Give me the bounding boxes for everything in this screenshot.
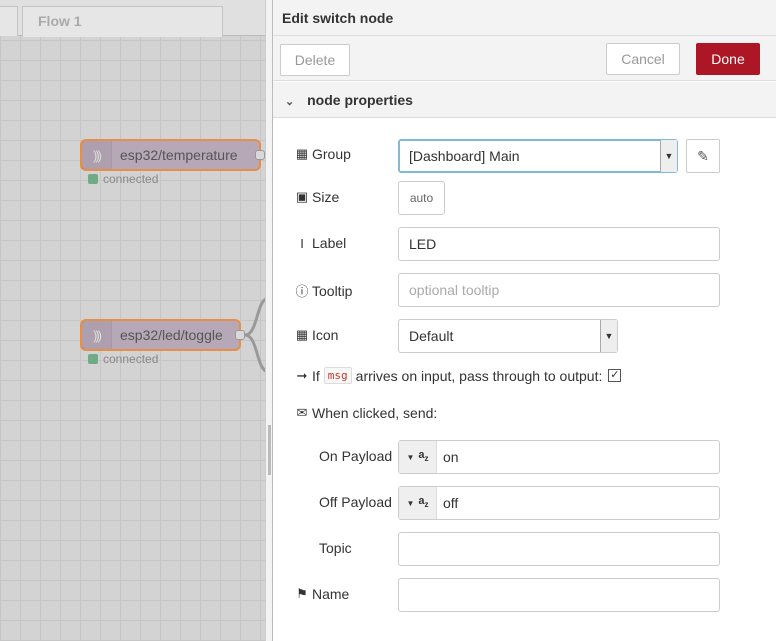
passthrough-row: ➞ If msg arrives on input, pass through … [294,367,622,384]
on-payload-label-text: On Payload [319,448,393,464]
delete-button[interactable]: Delete [280,44,350,76]
pencil-icon: ✎ [697,147,709,164]
label-input-value: LED [409,236,437,252]
info-circle-icon: ⓘ [295,284,309,299]
resize-icon: ▣ [295,189,309,204]
passthrough-checkbox[interactable]: ✓ [608,369,622,382]
caret-down-icon: ▼ [406,498,415,508]
splitter-grip[interactable] [268,425,271,475]
label-input[interactable]: LED [398,227,720,261]
icon-select-value: Default [409,328,454,344]
name-input[interactable] [398,578,720,612]
arrow-right-icon: ➞ [296,367,308,383]
on-payload-input[interactable]: ▼ az on [398,440,720,474]
edit-group-button[interactable]: ✎ [686,139,720,173]
tray-title: Edit switch node [273,0,776,36]
type-select-button[interactable]: ▼ az [399,487,437,519]
table-icon: ▦ [295,146,309,161]
type-select-button[interactable]: ▼ az [399,441,437,473]
group-select[interactable]: [Dashboard] Main ▼ [398,139,678,173]
text-cursor-icon: I [300,235,304,251]
name-label-text: Name [312,586,350,602]
edit-tray: Edit switch node Delete Cancel Done ⌄ no… [272,0,776,641]
off-payload-label: Off Payload [319,494,392,510]
cancel-button[interactable]: Cancel [606,43,680,75]
group-label-text: Group [312,146,351,162]
msg-code-tag: msg [323,367,352,384]
topic-input[interactable] [398,532,720,566]
tray-toolbar: Delete Cancel Done [273,36,776,81]
size-button[interactable]: auto [398,181,445,215]
string-type-icon: az [418,449,429,464]
flow-workspace[interactable]: Flow 1 ))) esp32/temperature connected )… [0,0,272,641]
tooltip-placeholder: optional tooltip [409,282,500,298]
passthrough-prefix: If [312,367,320,384]
size-label-text: Size [312,189,340,205]
when-clicked-label: ✉ When clicked, send: [294,405,438,421]
caret-down-icon: ▼ [406,452,415,462]
tooltip-label-text: Tooltip [312,282,353,299]
node-wires [244,296,269,374]
label-label-text: Label [312,235,347,251]
icon-select[interactable]: Default ▼ [398,319,618,353]
off-payload-input[interactable]: ▼ az off [398,486,720,520]
on-payload-value: on [443,449,459,465]
icon-label: ▦ Icon [294,327,339,343]
tooltip-input[interactable]: optional tooltip [398,273,720,307]
passthrough-text: arrives on input, pass through to output… [355,367,603,384]
chevron-down-icon: ▼ [660,140,677,172]
group-label: ▦ Group [294,146,351,162]
when-clicked-text: When clicked, send: [312,405,438,421]
on-payload-label: On Payload [319,448,392,464]
string-type-icon: az [418,495,429,510]
envelope-icon: ✉ [296,405,308,420]
done-button[interactable]: Done [696,43,760,75]
tooltip-label: ⓘ Tooltip [294,281,352,300]
chevron-down-icon: ▼ [600,320,617,352]
topic-label-text: Topic [319,540,352,556]
off-payload-value: off [443,495,459,511]
chevron-down-icon: ⌄ [285,96,295,108]
icon-label-text: Icon [312,327,339,343]
group-select-value: [Dashboard] Main [409,148,520,164]
off-payload-label-text: Off Payload [319,494,392,510]
picture-icon: ▦ [295,327,309,342]
node-properties-section[interactable]: ⌄ node properties [273,82,776,118]
label-label: I Label [294,235,346,251]
section-title: node properties [307,92,413,108]
sidebar-splitter[interactable] [265,0,272,641]
name-label: ⚑ Name [294,586,349,602]
tag-icon: ⚑ [296,586,308,601]
topic-label: Topic [319,540,352,556]
size-value: auto [409,191,434,205]
size-label: ▣ Size [294,189,339,205]
